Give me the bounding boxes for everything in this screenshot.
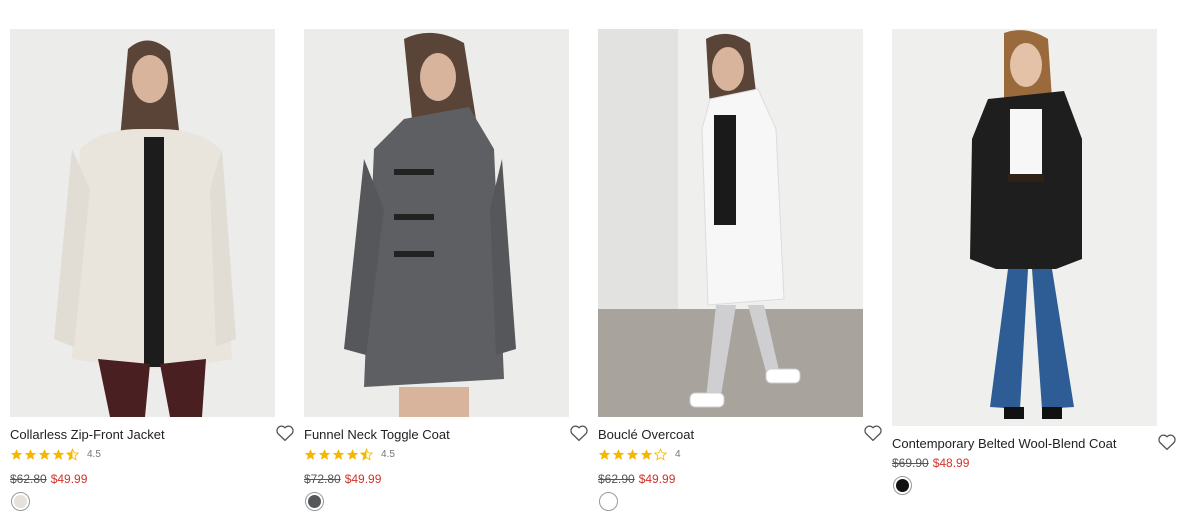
product-image[interactable] xyxy=(304,29,569,417)
color-swatch[interactable] xyxy=(599,492,618,511)
sale-price: $48.99 xyxy=(932,456,970,470)
product-name[interactable]: Bouclé Overcoat xyxy=(598,427,694,442)
product-name[interactable]: Contemporary Belted Wool-Blend Coat xyxy=(892,436,1117,451)
original-price: $72.80 xyxy=(304,472,341,486)
star-icon xyxy=(598,448,611,460)
price: $62.90 $49.99 xyxy=(598,472,675,486)
rating-stars xyxy=(598,447,667,461)
star-icon xyxy=(24,448,37,460)
heart-icon[interactable] xyxy=(863,424,883,442)
star-half-icon xyxy=(360,447,373,461)
heart-icon[interactable] xyxy=(1157,433,1177,451)
star-icon xyxy=(52,448,65,460)
product-name[interactable]: Collarless Zip-Front Jacket xyxy=(10,427,165,442)
star-icon xyxy=(346,448,359,460)
product-photo-illustration xyxy=(10,29,275,417)
product-photo-illustration xyxy=(598,29,863,417)
rating-stars xyxy=(10,447,79,461)
swatch-color xyxy=(14,495,27,508)
rating-value: 4.5 xyxy=(381,448,395,460)
price: $62.80 $49.99 xyxy=(10,472,87,486)
sale-price: $49.99 xyxy=(638,472,676,486)
rating-stars xyxy=(304,447,373,461)
product-rating: 4.5 xyxy=(304,447,395,461)
product-image[interactable] xyxy=(10,29,275,417)
heart-icon[interactable] xyxy=(569,424,589,442)
product-photo-illustration xyxy=(304,29,569,417)
star-empty-icon xyxy=(654,447,667,461)
star-half-icon xyxy=(66,447,79,461)
rating-value: 4.5 xyxy=(87,448,101,460)
color-swatch[interactable] xyxy=(305,492,324,511)
product-name[interactable]: Funnel Neck Toggle Coat xyxy=(304,427,450,442)
heart-icon[interactable] xyxy=(275,424,295,442)
star-icon xyxy=(304,448,317,460)
star-icon xyxy=(640,448,653,460)
color-swatch[interactable] xyxy=(11,492,30,511)
product-rating: 4 xyxy=(598,447,681,461)
price: $72.80 $49.99 xyxy=(304,472,381,486)
price: $69.90 $48.99 xyxy=(892,456,969,470)
swatch-color xyxy=(308,495,321,508)
original-price: $62.80 xyxy=(10,472,47,486)
sale-price: $49.99 xyxy=(344,472,382,486)
product-photo-illustration xyxy=(892,29,1157,426)
star-icon xyxy=(612,448,625,460)
star-icon xyxy=(626,448,639,460)
swatch-color xyxy=(896,479,909,492)
star-icon xyxy=(10,448,23,460)
product-rating: 4.5 xyxy=(10,447,101,461)
rating-value: 4 xyxy=(675,448,681,460)
sale-price: $49.99 xyxy=(50,472,88,486)
product-image[interactable] xyxy=(892,29,1157,426)
original-price: $69.90 xyxy=(892,456,929,470)
original-price: $62.90 xyxy=(598,472,635,486)
star-icon xyxy=(38,448,51,460)
star-icon xyxy=(318,448,331,460)
color-swatch[interactable] xyxy=(893,476,912,495)
product-image[interactable] xyxy=(598,29,863,417)
swatch-color xyxy=(602,495,615,508)
star-icon xyxy=(332,448,345,460)
